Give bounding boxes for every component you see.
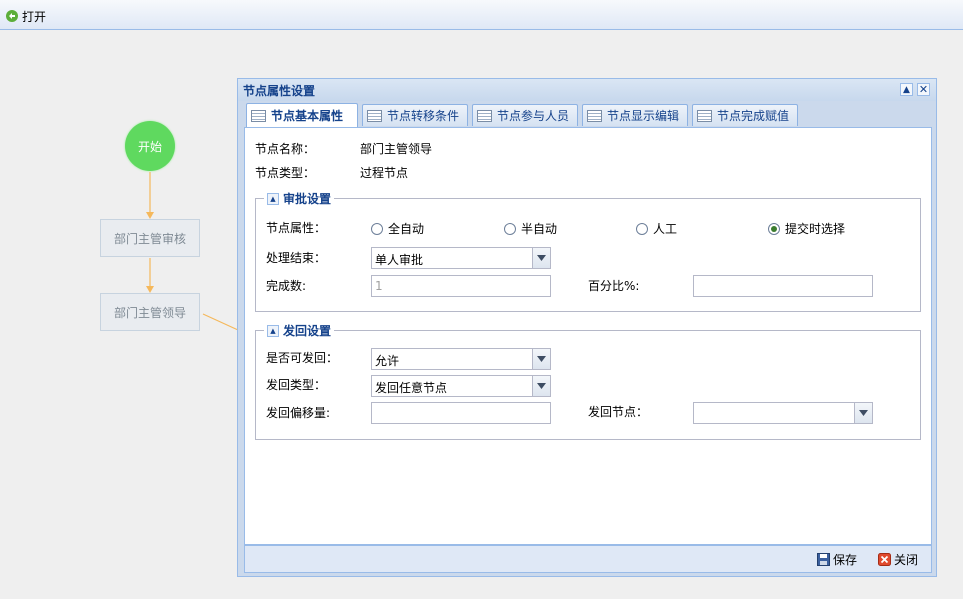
dialog-header: 节点属性设置 ▲ ✕	[238, 79, 936, 101]
node-type-value: 过程节点	[360, 166, 409, 180]
tab-label: 节点完成赋值	[717, 109, 790, 123]
tab-label: 节点显示编辑	[607, 109, 680, 123]
open-button-label: 打开	[22, 9, 47, 24]
radio-circle	[371, 222, 383, 235]
radio-circle	[636, 222, 648, 235]
sendback-node-label: 发回节点：	[588, 405, 649, 419]
dialog-title: 节点属性设置	[243, 84, 316, 98]
allow-label: 是否可发回：	[266, 351, 339, 365]
sendback-node-select[interactable]	[693, 402, 873, 424]
task-node-dept-leader[interactable]: 部门主管领导	[100, 293, 200, 331]
chevron-down-icon[interactable]	[854, 403, 872, 423]
node-name-label: 节点名称：	[255, 142, 316, 156]
node-properties-dialog: 节点属性设置 ▲ ✕ 节点基本属性 节点转移条件 节点参与人员 节点显示编辑 节…	[237, 78, 937, 577]
chevron-down-icon[interactable]	[532, 248, 550, 268]
node-name-value: 部门主管领导	[360, 142, 433, 156]
radio-semi-auto[interactable]: 半自动	[504, 220, 557, 237]
collapse-button[interactable]: ▲	[900, 83, 913, 96]
grid-icon	[587, 109, 602, 122]
save-button-label: 保存	[833, 553, 858, 567]
sendback-legend[interactable]: ▲ 发回设置	[264, 322, 335, 339]
radio-circle-selected	[768, 222, 780, 235]
tab-bar: 节点基本属性 节点转移条件 节点参与人员 节点显示编辑 节点完成赋值	[244, 102, 932, 128]
percent-label: 百分比%:	[588, 279, 640, 293]
top-toolbar: 打开	[0, 0, 963, 30]
tab-panel-basic: 节点名称： 部门主管领导 节点类型： 过程节点 ▲ 审批设置 节点属性： 全自动 …	[244, 128, 932, 545]
tab-completion-assign[interactable]: 节点完成赋值	[692, 104, 798, 126]
sendback-type-label: 发回类型：	[266, 378, 327, 392]
count-label: 完成数:	[266, 279, 307, 293]
open-button[interactable]: 打开	[5, 7, 46, 25]
tab-display-edit[interactable]: 节点显示编辑	[582, 104, 688, 126]
radio-choose-on-submit[interactable]: 提交时选择	[768, 220, 845, 237]
radio-full-auto[interactable]: 全自动	[371, 220, 424, 237]
collapse-toggle-icon: ▲	[267, 192, 279, 205]
arrow-head-2	[146, 286, 154, 293]
radio-label: 提交时选择	[785, 222, 846, 236]
tab-label: 节点转移条件	[387, 109, 460, 123]
start-node[interactable]: 开始	[125, 121, 175, 171]
sendback-type-select[interactable]: 发回任意节点	[371, 375, 551, 397]
approval-legend[interactable]: ▲ 审批设置	[264, 190, 335, 207]
radio-label: 人工	[653, 222, 678, 236]
tab-transition-conditions[interactable]: 节点转移条件	[362, 104, 468, 126]
tab-basic-properties[interactable]: 节点基本属性	[246, 103, 358, 127]
start-node-label: 开始	[137, 139, 162, 154]
allow-select-value: 允许	[375, 354, 400, 368]
node-type-label: 节点类型：	[255, 166, 316, 180]
sendback-legend-label: 发回设置	[283, 324, 332, 338]
sendback-fieldset: ▲ 发回设置 是否可发回： 允许 发回类型： 发回任意节点 发回偏移量: 发回节点…	[255, 322, 921, 440]
radio-manual[interactable]: 人工	[636, 220, 677, 237]
tab-label: 节点基本属性	[271, 109, 344, 123]
arrow-head-1	[146, 212, 154, 219]
task-node-label: 部门主管领导	[113, 305, 186, 320]
chevron-down-icon[interactable]	[532, 376, 550, 396]
sendback-type-value: 发回任意节点	[375, 381, 448, 395]
grid-icon	[367, 109, 382, 122]
allow-select[interactable]: 允许	[371, 348, 551, 370]
radio-circle	[504, 222, 516, 235]
connector-node2-out	[202, 313, 239, 331]
offset-input[interactable]	[371, 402, 551, 424]
end-select-value: 单人审批	[375, 253, 424, 267]
task-node-dept-review[interactable]: 部门主管审核	[100, 219, 200, 257]
grid-icon	[477, 109, 492, 122]
collapse-icon: ▲	[903, 84, 910, 95]
save-icon	[817, 553, 830, 566]
count-input[interactable]: 1	[371, 275, 551, 297]
close-icon: ✕	[918, 83, 929, 96]
end-label: 处理结束：	[266, 251, 327, 265]
percent-input[interactable]	[693, 275, 873, 297]
approval-legend-label: 审批设置	[283, 192, 332, 206]
radio-label: 半自动	[521, 222, 558, 236]
offset-label: 发回偏移量:	[266, 406, 331, 420]
tab-participants[interactable]: 节点参与人员	[472, 104, 578, 126]
grid-icon	[697, 109, 712, 122]
chevron-down-icon[interactable]	[532, 349, 550, 369]
dialog-footer: 保存 关闭	[244, 545, 932, 573]
grid-icon	[251, 109, 266, 122]
approval-fieldset: ▲ 审批设置 节点属性： 全自动 半自动 人工 提交时选择 处理结束： 单人审批 …	[255, 190, 921, 312]
save-button[interactable]: 保存	[817, 551, 857, 568]
collapse-toggle-icon: ▲	[267, 324, 279, 337]
tab-label: 节点参与人员	[497, 109, 570, 123]
close-dialog-button[interactable]: ✕	[917, 83, 930, 96]
end-select[interactable]: 单人审批	[371, 247, 551, 269]
open-icon	[6, 10, 18, 22]
radio-label: 全自动	[388, 222, 425, 236]
close-button[interactable]: 关闭	[878, 551, 918, 568]
close-icon	[878, 553, 891, 566]
node-attr-label: 节点属性：	[266, 221, 327, 235]
task-node-label: 部门主管审核	[113, 231, 186, 246]
close-button-label: 关闭	[894, 553, 919, 567]
